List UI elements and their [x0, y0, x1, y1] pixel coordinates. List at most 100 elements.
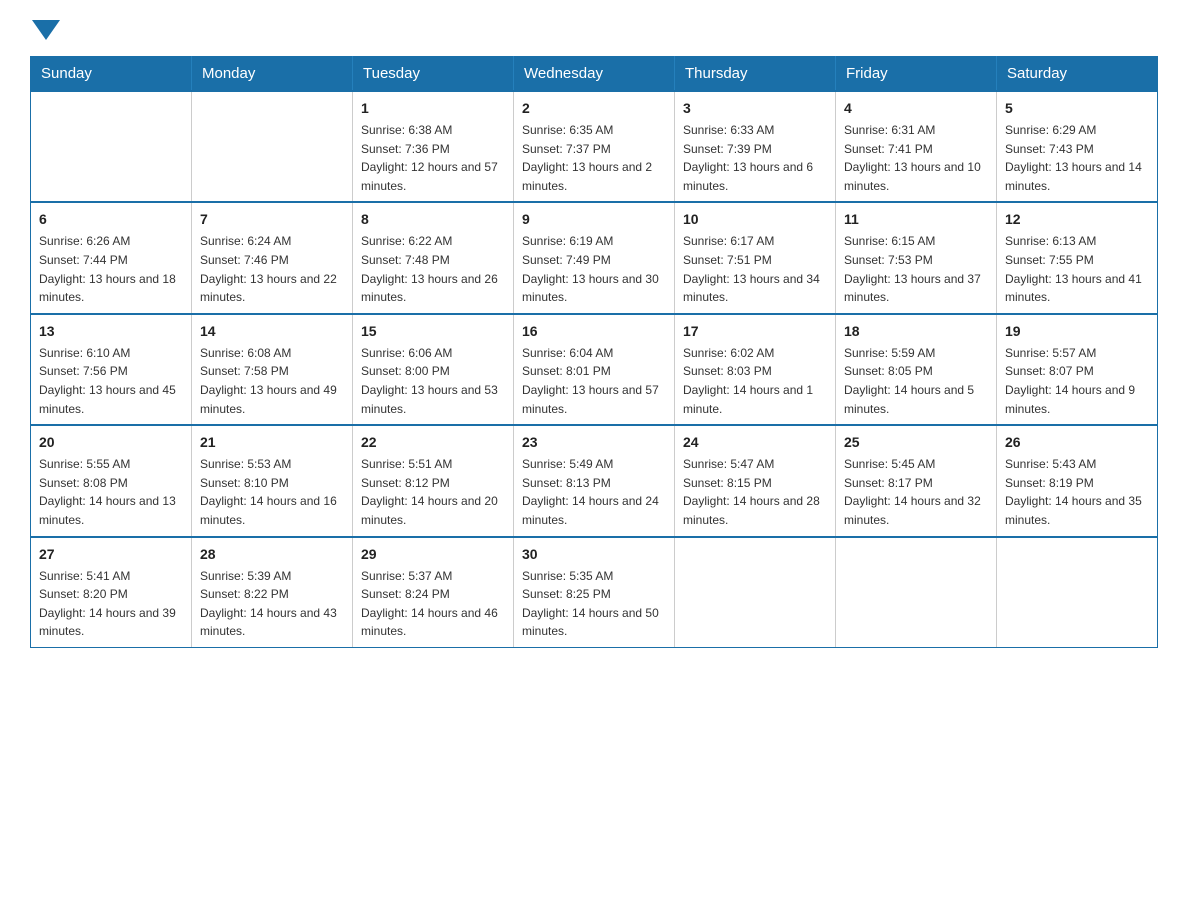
- day-number: 13: [39, 321, 183, 342]
- day-info: Sunrise: 5:55 AMSunset: 8:08 PMDaylight:…: [39, 455, 183, 529]
- calendar-day-cell: 2Sunrise: 6:35 AMSunset: 7:37 PMDaylight…: [514, 91, 675, 202]
- calendar-day-cell: 8Sunrise: 6:22 AMSunset: 7:48 PMDaylight…: [353, 202, 514, 313]
- day-number: 9: [522, 209, 666, 230]
- day-number: 10: [683, 209, 827, 230]
- day-info: Sunrise: 6:02 AMSunset: 8:03 PMDaylight:…: [683, 344, 827, 418]
- calendar-day-cell: 18Sunrise: 5:59 AMSunset: 8:05 PMDayligh…: [836, 314, 997, 425]
- calendar-day-cell: 20Sunrise: 5:55 AMSunset: 8:08 PMDayligh…: [31, 425, 192, 536]
- day-info: Sunrise: 5:47 AMSunset: 8:15 PMDaylight:…: [683, 455, 827, 529]
- day-info: Sunrise: 6:15 AMSunset: 7:53 PMDaylight:…: [844, 232, 988, 306]
- calendar-day-cell: 4Sunrise: 6:31 AMSunset: 7:41 PMDaylight…: [836, 91, 997, 202]
- day-of-week-header: Sunday: [31, 57, 192, 92]
- calendar-week-row: 20Sunrise: 5:55 AMSunset: 8:08 PMDayligh…: [31, 425, 1158, 536]
- day-info: Sunrise: 6:26 AMSunset: 7:44 PMDaylight:…: [39, 232, 183, 306]
- calendar-day-cell: 29Sunrise: 5:37 AMSunset: 8:24 PMDayligh…: [353, 537, 514, 648]
- day-number: 30: [522, 544, 666, 565]
- logo: [30, 20, 62, 40]
- day-number: 25: [844, 432, 988, 453]
- day-info: Sunrise: 5:53 AMSunset: 8:10 PMDaylight:…: [200, 455, 344, 529]
- day-info: Sunrise: 6:04 AMSunset: 8:01 PMDaylight:…: [522, 344, 666, 418]
- day-number: 21: [200, 432, 344, 453]
- calendar-day-cell: 10Sunrise: 6:17 AMSunset: 7:51 PMDayligh…: [675, 202, 836, 313]
- day-number: 29: [361, 544, 505, 565]
- day-number: 4: [844, 98, 988, 119]
- day-info: Sunrise: 5:51 AMSunset: 8:12 PMDaylight:…: [361, 455, 505, 529]
- calendar-day-cell: 25Sunrise: 5:45 AMSunset: 8:17 PMDayligh…: [836, 425, 997, 536]
- day-number: 20: [39, 432, 183, 453]
- day-info: Sunrise: 6:24 AMSunset: 7:46 PMDaylight:…: [200, 232, 344, 306]
- calendar-day-cell: 13Sunrise: 6:10 AMSunset: 7:56 PMDayligh…: [31, 314, 192, 425]
- page-header: [30, 20, 1158, 40]
- day-info: Sunrise: 5:57 AMSunset: 8:07 PMDaylight:…: [1005, 344, 1149, 418]
- day-of-week-header: Friday: [836, 57, 997, 92]
- calendar-day-cell: [192, 91, 353, 202]
- day-info: Sunrise: 6:31 AMSunset: 7:41 PMDaylight:…: [844, 121, 988, 195]
- calendar-day-cell: 3Sunrise: 6:33 AMSunset: 7:39 PMDaylight…: [675, 91, 836, 202]
- calendar-day-cell: 9Sunrise: 6:19 AMSunset: 7:49 PMDaylight…: [514, 202, 675, 313]
- day-of-week-header: Tuesday: [353, 57, 514, 92]
- calendar-day-cell: 6Sunrise: 6:26 AMSunset: 7:44 PMDaylight…: [31, 202, 192, 313]
- calendar-day-cell: 14Sunrise: 6:08 AMSunset: 7:58 PMDayligh…: [192, 314, 353, 425]
- day-number: 3: [683, 98, 827, 119]
- calendar-day-cell: 30Sunrise: 5:35 AMSunset: 8:25 PMDayligh…: [514, 537, 675, 648]
- calendar-day-cell: [31, 91, 192, 202]
- day-info: Sunrise: 5:45 AMSunset: 8:17 PMDaylight:…: [844, 455, 988, 529]
- day-number: 2: [522, 98, 666, 119]
- calendar-day-cell: 12Sunrise: 6:13 AMSunset: 7:55 PMDayligh…: [997, 202, 1158, 313]
- day-info: Sunrise: 6:17 AMSunset: 7:51 PMDaylight:…: [683, 232, 827, 306]
- calendar-day-cell: 26Sunrise: 5:43 AMSunset: 8:19 PMDayligh…: [997, 425, 1158, 536]
- calendar-day-cell: 7Sunrise: 6:24 AMSunset: 7:46 PMDaylight…: [192, 202, 353, 313]
- day-of-week-header: Saturday: [997, 57, 1158, 92]
- day-number: 18: [844, 321, 988, 342]
- day-number: 22: [361, 432, 505, 453]
- day-of-week-header: Wednesday: [514, 57, 675, 92]
- day-number: 5: [1005, 98, 1149, 119]
- calendar-week-row: 1Sunrise: 6:38 AMSunset: 7:36 PMDaylight…: [31, 91, 1158, 202]
- day-number: 11: [844, 209, 988, 230]
- day-info: Sunrise: 6:08 AMSunset: 7:58 PMDaylight:…: [200, 344, 344, 418]
- calendar-day-cell: 24Sunrise: 5:47 AMSunset: 8:15 PMDayligh…: [675, 425, 836, 536]
- day-number: 6: [39, 209, 183, 230]
- day-number: 28: [200, 544, 344, 565]
- day-of-week-header: Monday: [192, 57, 353, 92]
- day-number: 24: [683, 432, 827, 453]
- day-info: Sunrise: 5:37 AMSunset: 8:24 PMDaylight:…: [361, 567, 505, 641]
- calendar-day-cell: [836, 537, 997, 648]
- calendar-week-row: 27Sunrise: 5:41 AMSunset: 8:20 PMDayligh…: [31, 537, 1158, 648]
- calendar-day-cell: 21Sunrise: 5:53 AMSunset: 8:10 PMDayligh…: [192, 425, 353, 536]
- day-info: Sunrise: 5:39 AMSunset: 8:22 PMDaylight:…: [200, 567, 344, 641]
- day-info: Sunrise: 5:59 AMSunset: 8:05 PMDaylight:…: [844, 344, 988, 418]
- calendar-day-cell: 1Sunrise: 6:38 AMSunset: 7:36 PMDaylight…: [353, 91, 514, 202]
- calendar-day-cell: 16Sunrise: 6:04 AMSunset: 8:01 PMDayligh…: [514, 314, 675, 425]
- calendar-week-row: 6Sunrise: 6:26 AMSunset: 7:44 PMDaylight…: [31, 202, 1158, 313]
- day-info: Sunrise: 5:35 AMSunset: 8:25 PMDaylight:…: [522, 567, 666, 641]
- calendar-day-cell: 15Sunrise: 6:06 AMSunset: 8:00 PMDayligh…: [353, 314, 514, 425]
- calendar-day-cell: 22Sunrise: 5:51 AMSunset: 8:12 PMDayligh…: [353, 425, 514, 536]
- day-number: 7: [200, 209, 344, 230]
- calendar-day-cell: 28Sunrise: 5:39 AMSunset: 8:22 PMDayligh…: [192, 537, 353, 648]
- day-number: 15: [361, 321, 505, 342]
- day-info: Sunrise: 5:41 AMSunset: 8:20 PMDaylight:…: [39, 567, 183, 641]
- day-number: 1: [361, 98, 505, 119]
- calendar-day-cell: 5Sunrise: 6:29 AMSunset: 7:43 PMDaylight…: [997, 91, 1158, 202]
- day-info: Sunrise: 6:35 AMSunset: 7:37 PMDaylight:…: [522, 121, 666, 195]
- day-of-week-header: Thursday: [675, 57, 836, 92]
- calendar-day-cell: 19Sunrise: 5:57 AMSunset: 8:07 PMDayligh…: [997, 314, 1158, 425]
- day-number: 19: [1005, 321, 1149, 342]
- day-info: Sunrise: 6:22 AMSunset: 7:48 PMDaylight:…: [361, 232, 505, 306]
- day-info: Sunrise: 6:13 AMSunset: 7:55 PMDaylight:…: [1005, 232, 1149, 306]
- day-number: 14: [200, 321, 344, 342]
- day-number: 12: [1005, 209, 1149, 230]
- day-info: Sunrise: 5:43 AMSunset: 8:19 PMDaylight:…: [1005, 455, 1149, 529]
- day-info: Sunrise: 6:38 AMSunset: 7:36 PMDaylight:…: [361, 121, 505, 195]
- day-info: Sunrise: 6:29 AMSunset: 7:43 PMDaylight:…: [1005, 121, 1149, 195]
- day-info: Sunrise: 5:49 AMSunset: 8:13 PMDaylight:…: [522, 455, 666, 529]
- day-number: 23: [522, 432, 666, 453]
- calendar-day-cell: [675, 537, 836, 648]
- calendar-header-row: SundayMondayTuesdayWednesdayThursdayFrid…: [31, 57, 1158, 92]
- calendar-day-cell: 17Sunrise: 6:02 AMSunset: 8:03 PMDayligh…: [675, 314, 836, 425]
- day-info: Sunrise: 6:19 AMSunset: 7:49 PMDaylight:…: [522, 232, 666, 306]
- day-info: Sunrise: 6:33 AMSunset: 7:39 PMDaylight:…: [683, 121, 827, 195]
- calendar-week-row: 13Sunrise: 6:10 AMSunset: 7:56 PMDayligh…: [31, 314, 1158, 425]
- calendar-day-cell: 11Sunrise: 6:15 AMSunset: 7:53 PMDayligh…: [836, 202, 997, 313]
